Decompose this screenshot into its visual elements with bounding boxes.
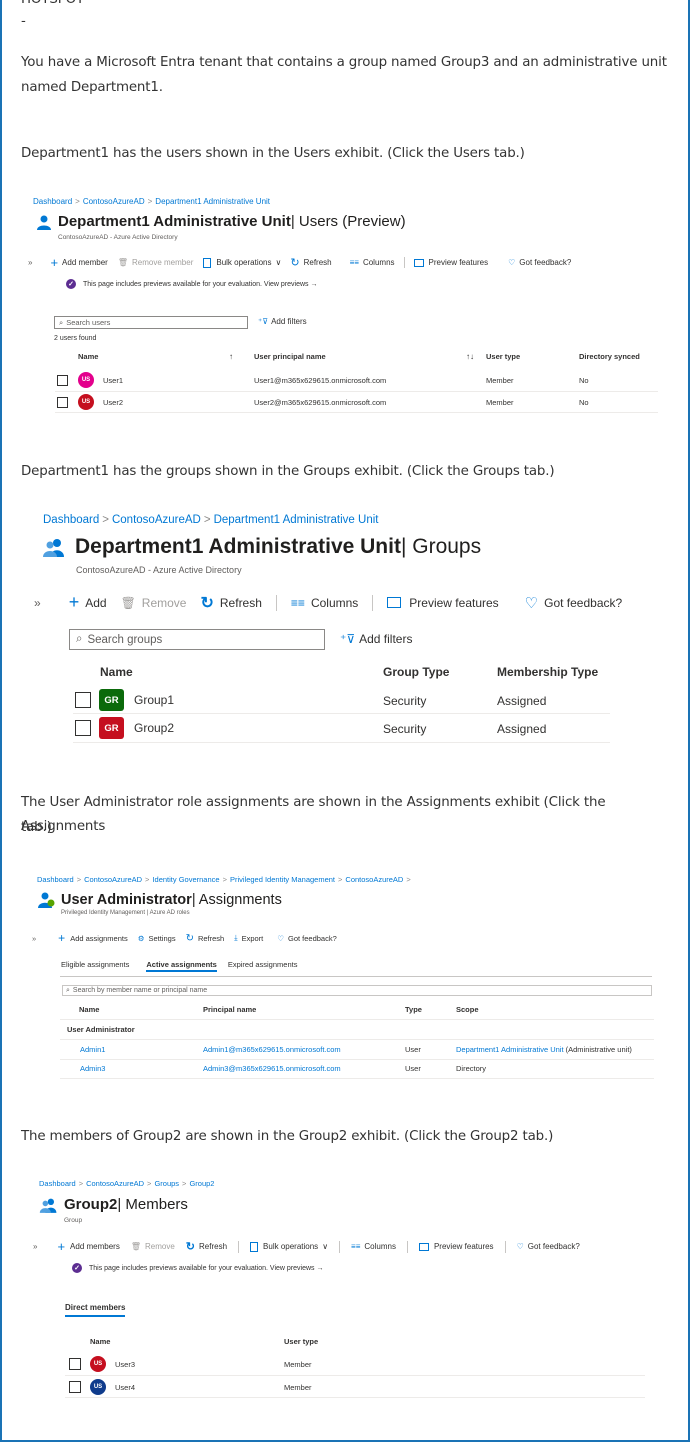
add-members-button[interactable]: + Add members (57, 1239, 119, 1254)
column-user-type[interactable]: User type (284, 1337, 318, 1346)
group-icon (39, 1197, 58, 1213)
table-row[interactable]: US User3 (69, 1356, 135, 1372)
user-avatar: US (90, 1379, 106, 1395)
preview-icon (418, 1242, 429, 1251)
columns-icon: ≡≡ (351, 1242, 361, 1251)
member-name[interactable]: User3 (115, 1360, 135, 1369)
member-type: Member (284, 1360, 312, 1369)
plus-icon: + (57, 1239, 66, 1254)
preview-features-button[interactable]: Preview features (418, 1242, 494, 1251)
refresh-icon: ↻ (185, 1241, 196, 1253)
trash-icon: 🗑 (130, 1242, 141, 1251)
breadcrumb-tenant[interactable]: ContosoAzureAD (86, 1179, 144, 1188)
toolbar-divider (406, 1240, 408, 1253)
breadcrumb-dashboard[interactable]: Dashboard (39, 1179, 76, 1188)
row-divider (65, 1397, 645, 1398)
tab-direct-members[interactable]: Direct members (65, 1303, 126, 1317)
remove-button[interactable]: 🗑 Remove (131, 1242, 175, 1251)
toolbar: » + Add members 🗑 Remove ↻ Refresh Bulk ope… (33, 1239, 580, 1254)
collapse-chevron-icon[interactable]: » (33, 1242, 37, 1251)
column-name[interactable]: Name (90, 1337, 110, 1346)
table-row[interactable]: US User4 (69, 1379, 135, 1395)
group2-exhibit: Dashboard > ContosoAzureAD > Groups > Group2 G… (0, 0, 690, 1400)
feedback-button[interactable]: ♡ Got feedback? (517, 1242, 580, 1251)
preview-notice[interactable]: ✓ This page includes previews available … (72, 1263, 324, 1273)
refresh-button[interactable]: ↻ Refresh (186, 1240, 227, 1253)
member-name[interactable]: User4 (115, 1383, 135, 1392)
toolbar-divider (339, 1240, 341, 1253)
breadcrumb: Dashboard > ContosoAzureAD > Groups > Group2 (39, 1179, 215, 1188)
toolbar-divider (504, 1240, 506, 1253)
heart-icon: ♡ (516, 1242, 524, 1251)
user-avatar: US (90, 1356, 106, 1372)
columns-button[interactable]: ≡≡ Columns (351, 1242, 396, 1251)
preview-badge-icon: ✓ (72, 1263, 82, 1273)
page-title: Group2 | Members (39, 1196, 188, 1213)
document-icon (250, 1241, 259, 1252)
breadcrumb-groups[interactable]: Groups (154, 1179, 179, 1188)
row-checkbox[interactable] (69, 1381, 81, 1393)
member-type: Member (284, 1383, 312, 1392)
bulk-operations-button[interactable]: Bulk operations ∨ (250, 1241, 329, 1252)
row-divider (65, 1375, 645, 1376)
breadcrumb-group2[interactable]: Group2 (189, 1179, 214, 1188)
chevron-down-icon: ∨ (322, 1242, 329, 1251)
page-subtitle: Group (64, 1217, 83, 1224)
toolbar-divider (238, 1240, 240, 1253)
row-checkbox[interactable] (69, 1358, 81, 1370)
